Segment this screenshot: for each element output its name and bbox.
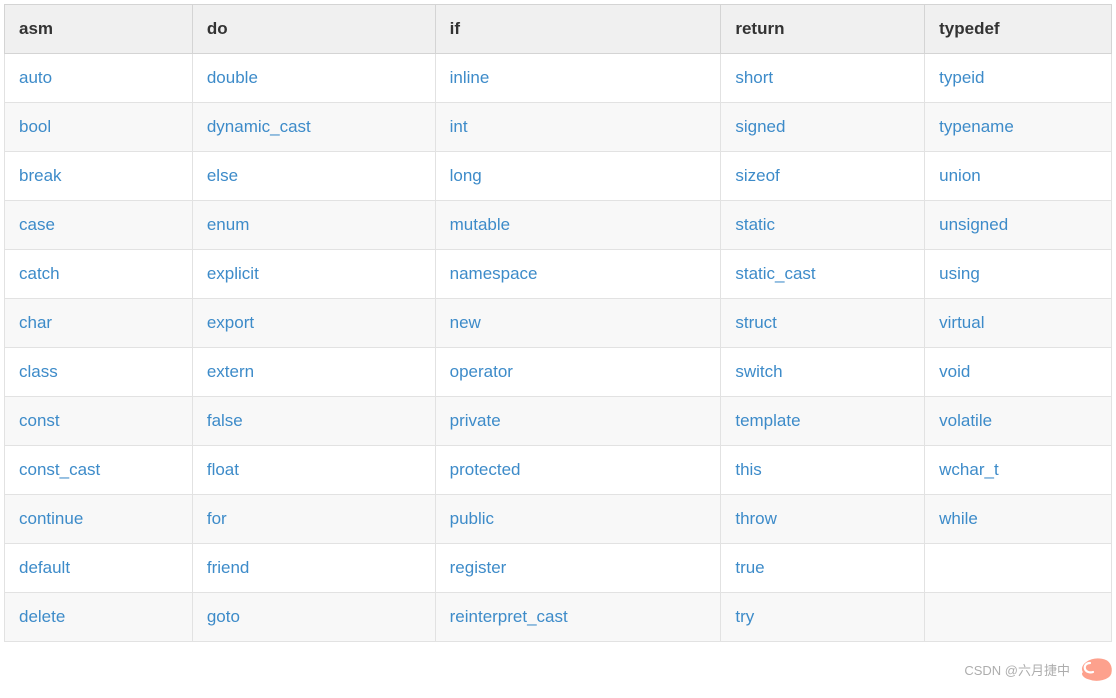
cell[interactable]: static_cast [721,250,925,299]
cell[interactable]: enum [192,201,435,250]
watermark-text: CSDN @六月捷中 [964,660,1070,679]
cell[interactable] [925,593,1112,642]
table-row: const false private template volatile [5,397,1112,446]
cell[interactable]: const_cast [5,446,193,495]
watermark: CSDN @六月捷中 [964,654,1116,684]
cell[interactable]: const [5,397,193,446]
cell[interactable] [925,544,1112,593]
table-row: break else long sizeof union [5,152,1112,201]
cell[interactable]: public [435,495,721,544]
cell[interactable]: void [925,348,1112,397]
cell[interactable]: typename [925,103,1112,152]
cell[interactable]: mutable [435,201,721,250]
cell[interactable]: char [5,299,193,348]
cell[interactable]: volatile [925,397,1112,446]
cell[interactable]: export [192,299,435,348]
table-row: class extern operator switch void [5,348,1112,397]
cell[interactable]: this [721,446,925,495]
cell[interactable]: new [435,299,721,348]
cell[interactable]: auto [5,54,193,103]
cell[interactable]: false [192,397,435,446]
column-header: typedef [925,5,1112,54]
cell[interactable]: bool [5,103,193,152]
column-header: do [192,5,435,54]
column-header: if [435,5,721,54]
cell[interactable]: inline [435,54,721,103]
cell[interactable]: protected [435,446,721,495]
cell[interactable]: register [435,544,721,593]
column-header: return [721,5,925,54]
cell[interactable]: throw [721,495,925,544]
table-row: bool dynamic_cast int signed typename [5,103,1112,152]
cell[interactable]: break [5,152,193,201]
column-header: asm [5,5,193,54]
cell[interactable]: default [5,544,193,593]
table-row: continue for public throw while [5,495,1112,544]
table-row: auto double inline short typeid [5,54,1112,103]
cell[interactable]: try [721,593,925,642]
cell[interactable]: short [721,54,925,103]
cell[interactable]: delete [5,593,193,642]
cell[interactable]: private [435,397,721,446]
table-row: const_cast float protected this wchar_t [5,446,1112,495]
table-row: char export new struct virtual [5,299,1112,348]
cell[interactable]: static [721,201,925,250]
cell[interactable]: typeid [925,54,1112,103]
cell[interactable]: explicit [192,250,435,299]
cell[interactable]: struct [721,299,925,348]
cell[interactable]: else [192,152,435,201]
cell[interactable]: signed [721,103,925,152]
cell[interactable]: continue [5,495,193,544]
cell[interactable]: operator [435,348,721,397]
cell[interactable]: class [5,348,193,397]
cell[interactable]: dynamic_cast [192,103,435,152]
cell[interactable]: for [192,495,435,544]
csdn-logo-icon [1076,654,1116,684]
cell[interactable]: float [192,446,435,495]
table-row: default friend register true [5,544,1112,593]
cell[interactable]: unsigned [925,201,1112,250]
table-row: catch explicit namespace static_cast usi… [5,250,1112,299]
cell[interactable]: double [192,54,435,103]
cell[interactable]: case [5,201,193,250]
cell[interactable]: int [435,103,721,152]
cell[interactable]: template [721,397,925,446]
cell[interactable]: union [925,152,1112,201]
cell[interactable]: while [925,495,1112,544]
cell[interactable]: switch [721,348,925,397]
keywords-table: asm do if return typedef auto double inl… [4,4,1112,642]
cell[interactable]: namespace [435,250,721,299]
cell[interactable]: friend [192,544,435,593]
cell[interactable]: true [721,544,925,593]
table-row: delete goto reinterpret_cast try [5,593,1112,642]
table-row: case enum mutable static unsigned [5,201,1112,250]
cell[interactable]: catch [5,250,193,299]
cell[interactable]: using [925,250,1112,299]
cell[interactable]: reinterpret_cast [435,593,721,642]
cell[interactable]: long [435,152,721,201]
cell[interactable]: extern [192,348,435,397]
table-header-row: asm do if return typedef [5,5,1112,54]
cell[interactable]: virtual [925,299,1112,348]
cell[interactable]: sizeof [721,152,925,201]
cell[interactable]: goto [192,593,435,642]
cell[interactable]: wchar_t [925,446,1112,495]
